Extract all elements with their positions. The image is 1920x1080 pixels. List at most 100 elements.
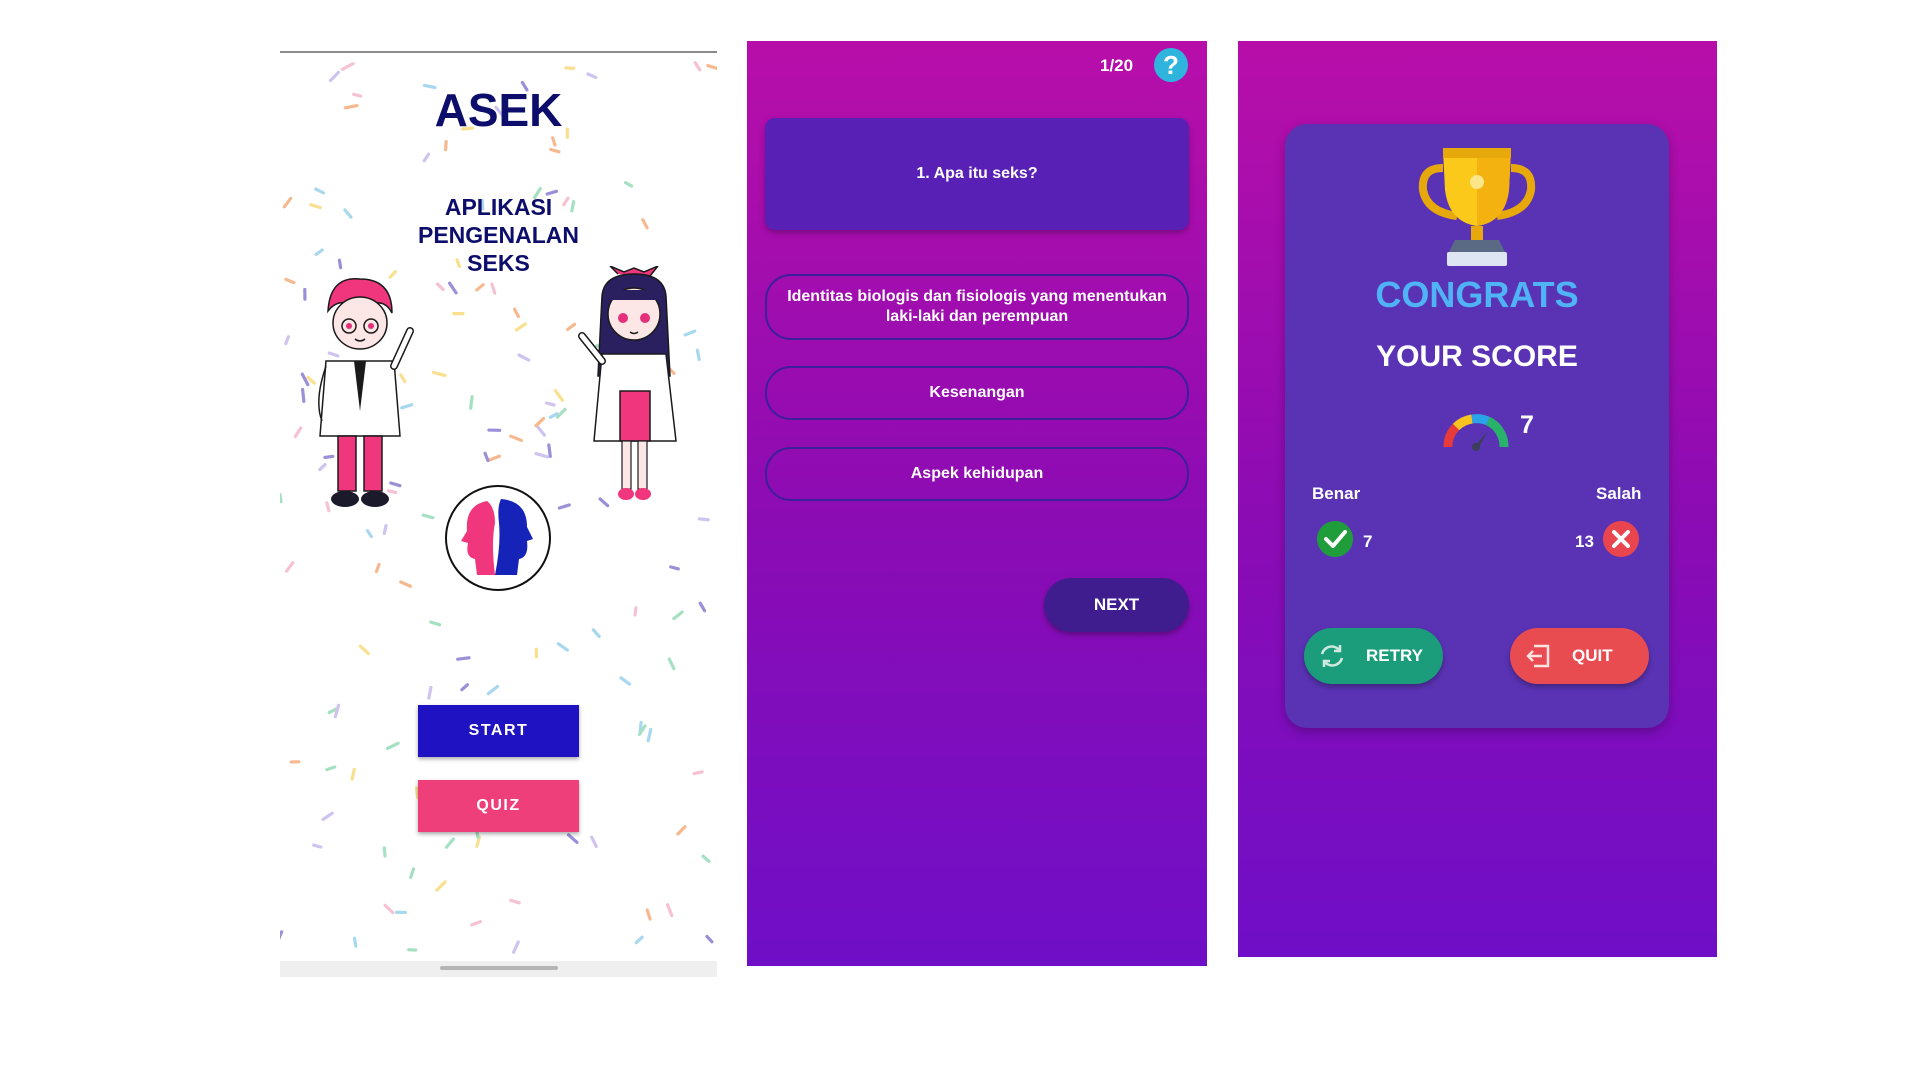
confetti-piece [280, 930, 284, 941]
confetti-piece [623, 181, 634, 188]
question-card: 1. Apa itu seks? [765, 118, 1189, 230]
confetti-piece [409, 867, 416, 879]
answer-option-2[interactable]: Kesenangan [765, 366, 1189, 420]
question-counter: 1/20 [1100, 56, 1134, 75]
confetti-piece [549, 147, 561, 154]
confetti-piece [590, 835, 598, 848]
quit-button[interactable]: QUIT [1510, 628, 1649, 684]
confetti-piece [382, 846, 387, 858]
confetti-piece [312, 843, 323, 849]
confetti-piece [553, 389, 565, 402]
confetti-piece [374, 562, 381, 574]
confetti-piece [358, 644, 370, 655]
answer-option-1[interactable]: Identitas biologis dan fisiologis yang m… [765, 274, 1189, 340]
confetti-piece [483, 451, 490, 463]
confetti-piece [669, 565, 680, 571]
confetti-piece [701, 854, 711, 863]
confetti-piece [535, 425, 547, 437]
home-screen: ASEK APLIKASI PENGENALAN SEKS START QUIZ [280, 51, 717, 977]
confetti-piece [517, 353, 531, 362]
confetti-piece [432, 370, 447, 378]
quit-label: QUIT [1572, 646, 1613, 665]
confetti-piece [534, 451, 550, 459]
confetti-piece [427, 685, 433, 700]
retry-button[interactable]: RETRY [1304, 628, 1443, 684]
correct-count: 7 [1363, 532, 1373, 551]
refresh-icon [1320, 645, 1344, 667]
your-score-label: YOUR SCORE [1376, 340, 1578, 373]
confetti-piece [534, 416, 546, 428]
app-subtitle: APLIKASI PENGENALAN SEKS [417, 194, 579, 276]
retry-label: RETRY [1366, 646, 1423, 665]
confetti-piece [435, 880, 447, 892]
confetti-piece [435, 282, 445, 292]
confetti-piece [444, 139, 448, 152]
result-screen: CONGRATS YOUR SCORE 7 Benar Salah 7 13 R… [1238, 41, 1717, 957]
confetti-piece [556, 642, 569, 652]
confetti-piece [695, 348, 701, 362]
help-icon[interactable]: ? [1154, 48, 1188, 82]
confetti-piece [284, 335, 291, 346]
confetti-piece [633, 606, 638, 617]
cross-icon [1603, 521, 1639, 557]
app-logo [445, 485, 551, 591]
confetti-piece [365, 529, 373, 539]
confetti-piece [333, 703, 341, 719]
confetti-piece [512, 307, 521, 319]
result-card: CONGRATS YOUR SCORE 7 Benar Salah 7 13 R… [1285, 124, 1669, 728]
correct-label: Benar [1312, 484, 1361, 503]
confetti-piece [284, 561, 295, 573]
confetti-piece [509, 898, 521, 905]
confetti-piece [555, 407, 567, 419]
start-button[interactable]: START [418, 705, 579, 757]
confetti-piece [340, 62, 355, 71]
question-text: 1. Apa itu seks? [916, 165, 1038, 182]
quiz-button[interactable]: QUIZ [418, 780, 579, 832]
confetti-piece [697, 517, 710, 522]
home-gesture-pill[interactable] [440, 966, 558, 970]
confetti-piece [490, 282, 497, 295]
confetti-piece [321, 811, 334, 822]
confetti-piece [634, 935, 644, 945]
score-value: 7 [1520, 411, 1534, 439]
answer-option-3[interactable]: Aspek kehidupan [765, 447, 1189, 501]
confetti-piece [486, 684, 500, 696]
confetti-piece [475, 283, 485, 292]
confetti-piece [325, 765, 337, 772]
confetti-piece [586, 72, 598, 80]
confetti-piece [619, 676, 632, 686]
confetti-piece [676, 825, 687, 836]
next-button[interactable]: NEXT [1044, 578, 1189, 632]
confetti-piece [706, 63, 717, 71]
exit-icon [1526, 644, 1550, 668]
confetti-piece [328, 70, 341, 83]
confetti-piece [429, 620, 442, 627]
confetti-piece [667, 657, 676, 671]
confetti-piece [470, 920, 482, 927]
confetti-piece [350, 767, 356, 781]
confetti-piece [327, 707, 338, 715]
check-icon [1317, 521, 1353, 557]
confetti-piece [551, 136, 557, 147]
quiz-screen: 1/20 ? 1. Apa itu seks? Identitas biolog… [747, 41, 1207, 966]
confetti-piece [284, 277, 296, 285]
girl-doctor-illustration [578, 266, 677, 500]
confetti-piece [645, 908, 652, 921]
congrats-heading: CONGRATS [1375, 274, 1579, 315]
confetti-piece [545, 401, 556, 407]
confetti-piece [509, 434, 524, 443]
confetti-piece [512, 940, 520, 954]
trophy-icon [1418, 148, 1536, 266]
confetti-piece [382, 523, 388, 535]
confetti-piece [280, 492, 283, 504]
app-title: ASEK [434, 84, 563, 136]
confetti-piece [352, 936, 358, 948]
confetti-piece [469, 395, 474, 410]
confetti-piece [693, 61, 702, 72]
confetti-piece [456, 656, 471, 661]
wrong-label: Salah [1596, 484, 1642, 503]
boy-doctor-illustration [318, 278, 414, 507]
gauge-icon [1443, 414, 1509, 451]
confetti-piece [698, 601, 707, 613]
confetti-piece [566, 833, 579, 844]
